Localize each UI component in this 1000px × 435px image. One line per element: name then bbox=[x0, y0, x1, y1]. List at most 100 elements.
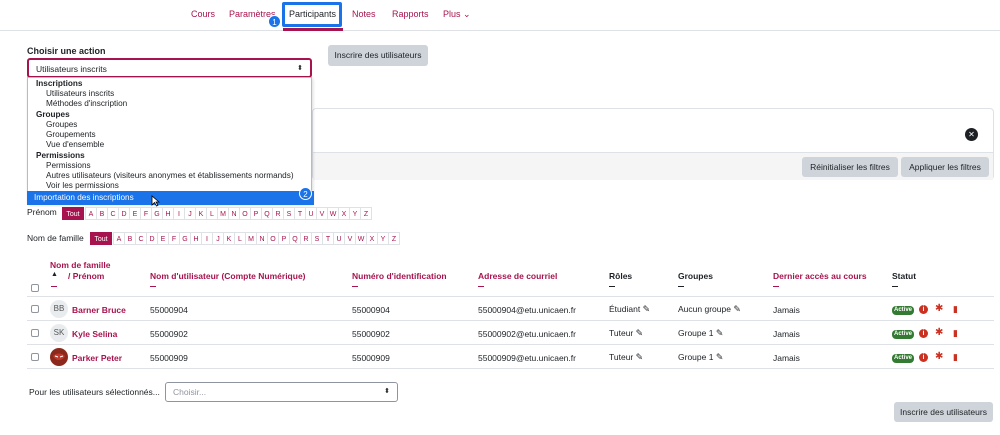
edit-group-pencil-icon[interactable]: ✎ bbox=[733, 304, 741, 314]
header-dash bbox=[892, 286, 898, 287]
gear-icon[interactable]: ✱ bbox=[935, 328, 943, 338]
header-dash bbox=[150, 286, 156, 287]
role-cell: Tuteur ✎ bbox=[609, 352, 643, 363]
column-header-firstname[interactable]: / Prénom bbox=[68, 271, 104, 281]
tab-plus[interactable]: Plus ⌄ bbox=[443, 9, 471, 20]
idnumber-cell: 55000909 bbox=[352, 353, 390, 363]
column-header-username[interactable]: Nom d'utilisateur (Compte Numérique) bbox=[150, 271, 306, 281]
info-icon[interactable]: i bbox=[919, 305, 928, 314]
enrol-users-button-top[interactable]: Inscrire des utilisateurs bbox=[328, 45, 428, 66]
dropdown-item[interactable]: Méthodes d'inscription bbox=[46, 99, 127, 108]
filter-panel: ✕ Réinitialiser les filtres Appliquer le… bbox=[312, 108, 994, 180]
gear-icon[interactable]: ✱ bbox=[935, 352, 943, 362]
status-badge: Active bbox=[892, 330, 915, 339]
username-cell: 55000904 bbox=[150, 305, 188, 315]
column-header-status: Statut bbox=[892, 271, 917, 281]
dropdown-item[interactable]: Utilisateurs inscrits bbox=[46, 89, 114, 98]
tab-notes[interactable]: Notes bbox=[352, 9, 376, 19]
action-dropdown-list[interactable]: Inscriptions Utilisateurs inscrits Métho… bbox=[27, 77, 314, 205]
reset-filters-button[interactable]: Réinitialiser les filtres bbox=[802, 157, 898, 177]
lastname-initials-bar: Tout A B C D E F G H I J K L M N O P Q R S T U V W X Y Z bbox=[90, 232, 400, 245]
edit-group-pencil-icon[interactable]: ✎ bbox=[716, 328, 724, 338]
username-cell: 55000909 bbox=[150, 353, 188, 363]
column-header-groups: Groupes bbox=[678, 271, 713, 281]
user-name-link[interactable]: Kyle Selina bbox=[72, 329, 117, 339]
highlight-box-participants bbox=[282, 2, 342, 27]
column-header-lastname[interactable]: Nom de famille bbox=[50, 260, 110, 270]
lastaccess-cell: Jamais bbox=[773, 329, 800, 339]
select-caret-icon: ⬍ bbox=[384, 388, 390, 395]
table-divider bbox=[27, 368, 994, 369]
step-badge-2: 2 bbox=[299, 187, 312, 200]
header-dash bbox=[51, 286, 57, 287]
dropdown-item[interactable]: Autres utilisateurs (visiteurs anonymes … bbox=[46, 171, 294, 180]
group-value: Aucun groupe bbox=[678, 304, 731, 314]
idnumber-cell: 55000902 bbox=[352, 329, 390, 339]
email-cell: 55000904@etu.unicaen.fr bbox=[478, 305, 576, 315]
dropdown-item[interactable]: Permissions bbox=[46, 161, 91, 170]
column-header-lastaccess[interactable]: Dernier accès au cours bbox=[773, 271, 867, 281]
edit-role-pencil-icon[interactable]: ✎ bbox=[643, 304, 651, 314]
bulk-action-label: Pour les utilisateurs sélectionnés... bbox=[29, 387, 160, 397]
idnumber-cell: 55000904 bbox=[352, 305, 390, 315]
column-header-idnumber[interactable]: Numéro d'identification bbox=[352, 271, 447, 281]
status-badge: Active bbox=[892, 354, 915, 363]
trash-icon[interactable]: ▮ bbox=[953, 328, 958, 338]
trash-icon[interactable]: ▮ bbox=[953, 304, 958, 314]
lastaccess-cell: Jamais bbox=[773, 305, 800, 315]
lastaccess-cell: Jamais bbox=[773, 353, 800, 363]
select-caret-icon: ⬍ bbox=[297, 65, 303, 72]
tab-plus-label: Plus bbox=[443, 9, 461, 19]
row-checkbox[interactable] bbox=[31, 305, 39, 313]
apply-filters-button[interactable]: Appliquer les filtres bbox=[901, 157, 989, 177]
column-header-roles: Rôles bbox=[609, 271, 633, 281]
firstname-initial-all[interactable]: Tout bbox=[62, 207, 84, 220]
dropdown-item[interactable]: Vue d'ensemble bbox=[46, 140, 104, 149]
edit-role-pencil-icon[interactable]: ✎ bbox=[636, 352, 644, 362]
tab-cours[interactable]: Cours bbox=[191, 9, 215, 19]
lastname-initial-all[interactable]: Tout bbox=[90, 232, 112, 245]
dropdown-group-inscriptions: Inscriptions bbox=[36, 79, 83, 88]
firstname-initial-label: Prénom bbox=[27, 207, 57, 217]
dropdown-item[interactable]: Groupements bbox=[46, 130, 96, 139]
filter-footer: Réinitialiser les filtres Appliquer les … bbox=[313, 152, 993, 180]
secondary-navigation: Cours Paramètres Participants Notes Rapp… bbox=[0, 0, 1000, 31]
firstname-initial-z[interactable]: Z bbox=[360, 207, 372, 220]
email-cell: 55000909@etu.unicaen.fr bbox=[478, 353, 576, 363]
action-select-value: Utilisateurs inscrits bbox=[36, 64, 107, 74]
edit-group-pencil-icon[interactable]: ✎ bbox=[716, 352, 724, 362]
role-cell: Tuteur ✎ bbox=[609, 328, 643, 339]
clear-filter-icon[interactable]: ✕ bbox=[965, 128, 978, 141]
enrol-users-button-bottom[interactable]: Inscrire des utilisateurs bbox=[894, 402, 993, 422]
firstname-initials-bar: Tout A B C D E F G H I J K L M N O P Q R S T U V W X Y Z bbox=[62, 207, 372, 220]
header-dash bbox=[478, 286, 484, 287]
dropdown-item-highlighted[interactable]: Importation des inscriptions bbox=[27, 191, 314, 205]
dropdown-item[interactable]: Groupes bbox=[46, 120, 77, 129]
avatar: BB bbox=[50, 300, 68, 318]
row-checkbox[interactable] bbox=[31, 329, 39, 337]
action-label: Choisir une action bbox=[27, 46, 106, 56]
gear-icon[interactable]: ✱ bbox=[935, 304, 943, 314]
info-icon[interactable]: i bbox=[919, 329, 928, 338]
select-all-checkbox[interactable] bbox=[31, 284, 39, 292]
tab-rapports[interactable]: Rapports bbox=[392, 9, 429, 19]
row-checkbox[interactable] bbox=[31, 353, 39, 361]
edit-role-pencil-icon[interactable]: ✎ bbox=[636, 328, 644, 338]
user-name-link[interactable]: Parker Peter bbox=[72, 353, 122, 363]
table-divider bbox=[27, 344, 994, 345]
avatar: SK bbox=[50, 324, 68, 342]
bulk-action-select[interactable]: Choisir... ⬍ bbox=[165, 382, 398, 402]
step-badge-1: 1 bbox=[268, 15, 281, 28]
info-icon[interactable]: i bbox=[919, 353, 928, 362]
user-name-link[interactable]: Barner Bruce bbox=[72, 305, 126, 315]
role-value: Tuteur bbox=[609, 328, 634, 338]
header-dash bbox=[678, 286, 684, 287]
chevron-down-icon: ⌄ bbox=[463, 9, 471, 19]
lastname-initial-z[interactable]: Z bbox=[388, 232, 400, 245]
dropdown-item[interactable]: Voir les permissions bbox=[46, 181, 119, 190]
column-header-email[interactable]: Adresse de courriel bbox=[478, 271, 557, 281]
role-value: Tuteur bbox=[609, 352, 634, 362]
role-value: Étudiant bbox=[609, 304, 641, 314]
action-select[interactable]: Utilisateurs inscrits ⬍ bbox=[27, 58, 312, 78]
trash-icon[interactable]: ▮ bbox=[953, 352, 958, 362]
